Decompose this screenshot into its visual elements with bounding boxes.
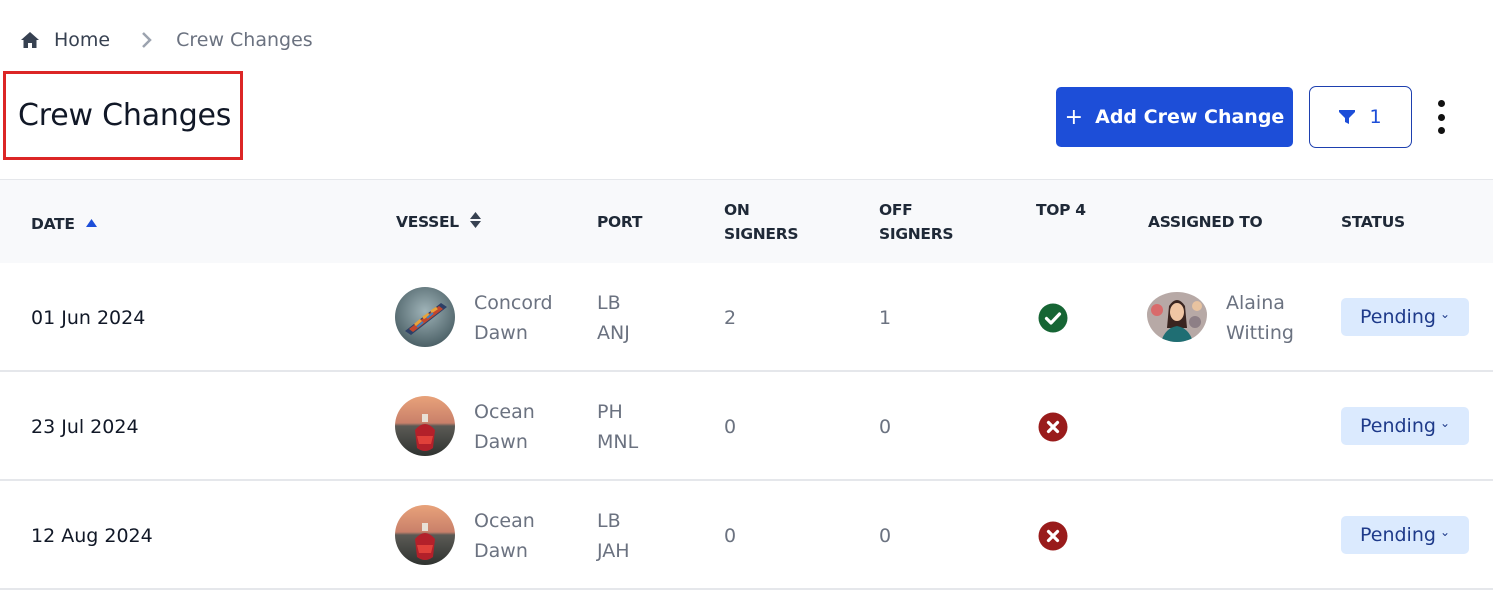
chevron-down-icon: ⌄ [1439, 416, 1451, 430]
table-row[interactable]: 01 Jun 2024 Concord Dawn LB ANJ 2 1 Alai… [0, 263, 1493, 372]
breadcrumb-current: Crew Changes [176, 29, 313, 51]
add-crew-change-label: Add Crew Change [1095, 106, 1285, 128]
column-header-on-signers: ON SIGNERS [724, 201, 799, 243]
chevron-down-icon: ⌄ [1439, 525, 1451, 539]
sort-both-icon [470, 211, 481, 235]
vessel-name[interactable]: Concord Dawn [474, 288, 553, 348]
plus-icon: + [1064, 104, 1084, 130]
check-circle-icon [1038, 303, 1068, 333]
vessel-avatar [395, 505, 455, 565]
funnel-icon [1339, 109, 1356, 125]
date-cell: 01 Jun 2024 [31, 307, 146, 329]
on-signers-count: 2 [724, 307, 737, 329]
chevron-right-icon [140, 30, 154, 50]
port-code: LB ANJ [597, 292, 630, 344]
assignee-avatar [1147, 292, 1207, 342]
off-signers-count: 1 [879, 307, 892, 329]
breadcrumb: Home Crew Changes [20, 26, 313, 54]
filter-button[interactable]: 1 [1309, 86, 1412, 148]
column-header-date[interactable]: DATE [31, 210, 97, 236]
more-options-kebab-icon[interactable] [1430, 100, 1452, 134]
column-header-status: STATUS [1341, 213, 1405, 231]
date-cell: 23 Jul 2024 [31, 416, 139, 438]
filter-count: 1 [1369, 106, 1382, 128]
table-row[interactable]: 12 Aug 2024 Ocean Dawn LB JAH 0 0 Pendin… [0, 481, 1493, 590]
breadcrumb-home-link[interactable]: Home [54, 29, 110, 51]
vessel-avatar [395, 396, 455, 456]
sort-ascending-icon [85, 210, 97, 234]
add-crew-change-button[interactable]: + Add Crew Change [1056, 87, 1293, 147]
vessel-avatar [395, 287, 455, 347]
x-circle-icon [1038, 412, 1068, 442]
status-dropdown[interactable]: Pending ⌄ [1341, 298, 1469, 336]
status-dropdown[interactable]: Pending ⌄ [1341, 407, 1469, 445]
home-icon[interactable] [20, 30, 40, 50]
off-signers-count: 0 [879, 525, 892, 547]
column-header-assigned-to: ASSIGNED TO [1148, 213, 1263, 231]
off-signers-count: 0 [879, 416, 892, 438]
column-header-port: PORT [597, 213, 643, 231]
page-title: Crew Changes [18, 98, 232, 133]
x-circle-icon [1038, 521, 1068, 551]
table-header: DATE VESSEL PORT ON SIGNERS OFF SIGNERS … [0, 179, 1493, 263]
on-signers-count: 0 [724, 525, 737, 547]
on-signers-count: 0 [724, 416, 737, 438]
column-header-off-signers: OFF SIGNERS [879, 201, 954, 243]
column-header-top4: TOP 4 [1036, 201, 1086, 219]
vessel-name[interactable]: Ocean Dawn [474, 397, 535, 457]
port-code: LB JAH [597, 510, 630, 562]
chevron-down-icon: ⌄ [1439, 307, 1451, 321]
port-code: PH MNL [597, 401, 639, 453]
table-row[interactable]: 23 Jul 2024 Ocean Dawn PH MNL 0 0 Pendin… [0, 372, 1493, 481]
column-header-vessel[interactable]: VESSEL [396, 210, 481, 235]
status-dropdown[interactable]: Pending ⌄ [1341, 516, 1469, 554]
assignee-name: Alaina Witting [1226, 292, 1294, 344]
date-cell: 12 Aug 2024 [31, 525, 153, 547]
vessel-name[interactable]: Ocean Dawn [474, 506, 535, 566]
